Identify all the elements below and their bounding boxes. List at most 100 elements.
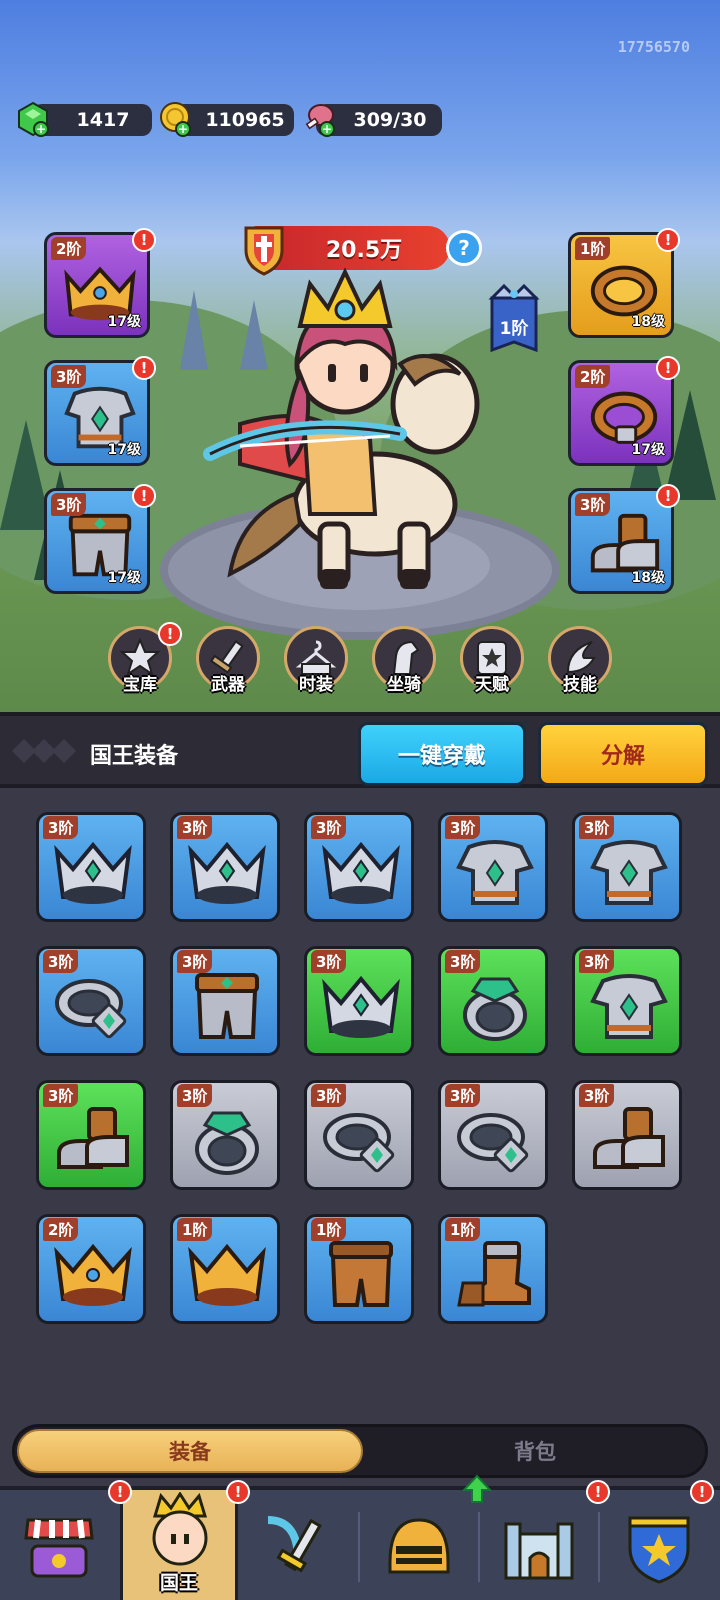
gold-crown-icon xyxy=(187,1239,267,1311)
shop-icon xyxy=(24,1518,94,1578)
slot-tier: 2阶 xyxy=(51,237,87,260)
shield-icon xyxy=(628,1516,690,1584)
item-tier: 1阶 xyxy=(177,1218,213,1241)
item-tier: 3阶 xyxy=(579,816,615,839)
king-icon xyxy=(152,1492,208,1566)
nav-king[interactable]: 国王 xyxy=(120,1490,238,1600)
inventory-item[interactable]: 3阶 xyxy=(438,1080,548,1190)
menu-talent-label: 天赋 xyxy=(475,675,509,695)
slot-tier: 3阶 xyxy=(575,493,611,516)
slot-tier: 1阶 xyxy=(575,237,611,260)
inventory-grid: 3阶 3阶 3阶 3阶 3阶 3阶 3阶 3阶 3阶 3阶 3阶 3阶 3阶 3阶 3阶 2阶 1阶 1阶 1阶 xyxy=(36,812,686,1324)
hero-character[interactable] xyxy=(200,264,500,604)
nav-king-label: 国王 xyxy=(159,1572,198,1594)
decompose-button[interactable]: 分解 xyxy=(538,722,708,786)
equipment-header: 国王装备 一键穿戴 分解 xyxy=(0,712,720,788)
castle-icon xyxy=(504,1522,574,1580)
menu-mount-label: 坐骑 xyxy=(387,675,421,695)
alert-badge-icon: ! xyxy=(132,484,156,508)
alert-badge-icon: ! xyxy=(656,228,680,252)
item-tier: 3阶 xyxy=(311,816,347,839)
crown-icon xyxy=(53,837,133,909)
nav-shield[interactable] xyxy=(600,1490,718,1600)
inventory-item[interactable]: 3阶 xyxy=(438,812,548,922)
slot-level: 17级 xyxy=(107,442,141,458)
user-id: 17756570 xyxy=(617,38,690,56)
tab-backpack[interactable]: 背包 xyxy=(365,1429,705,1473)
section-title: 国王装备 xyxy=(90,744,179,769)
inventory-item[interactable]: 1阶 xyxy=(438,1214,548,1324)
item-tier: 3阶 xyxy=(177,950,213,973)
inventory-item[interactable]: 3阶 xyxy=(572,812,682,922)
svg-text:+: + xyxy=(178,122,188,136)
leather-boots-icon xyxy=(455,1239,535,1311)
wear-all-button[interactable]: 一键穿戴 xyxy=(358,722,526,786)
inventory-item[interactable]: 3阶 xyxy=(438,946,548,1056)
ring-icon xyxy=(321,1105,401,1177)
alert-badge-icon: ! xyxy=(690,1480,714,1504)
slot-level: 17级 xyxy=(107,570,141,586)
nav-weapons[interactable] xyxy=(240,1490,358,1600)
meat-icon[interactable]: + xyxy=(300,100,338,138)
armor-icon xyxy=(589,837,669,909)
menu-skill-label: 技能 xyxy=(563,675,597,695)
gold-crown-gem-icon xyxy=(53,1239,133,1311)
inventory-item[interactable]: 3阶 xyxy=(170,812,280,922)
nav-castle[interactable] xyxy=(480,1490,598,1600)
item-tier: 3阶 xyxy=(43,1084,79,1107)
slot-level: 18级 xyxy=(631,570,665,586)
gold-coin-icon[interactable]: + xyxy=(156,100,194,138)
item-tier: 3阶 xyxy=(579,1084,615,1107)
slot-tier: 3阶 xyxy=(51,365,87,388)
inventory-item[interactable]: 3阶 xyxy=(572,1080,682,1190)
slot-level: 17级 xyxy=(631,442,665,458)
stamina-value: 309/30 xyxy=(353,109,427,131)
bottom-nav: 国王 ! ! ! ! xyxy=(0,1474,720,1600)
crown-icon xyxy=(321,837,401,909)
inventory-item[interactable]: 1阶 xyxy=(304,1214,414,1324)
ring-icon xyxy=(455,1105,535,1177)
inventory-item[interactable]: 3阶 xyxy=(36,812,146,922)
alert-badge-icon: ! xyxy=(132,228,156,252)
item-tier: 3阶 xyxy=(311,1084,347,1107)
alert-badge-icon: ! xyxy=(158,622,182,646)
inventory-item[interactable]: 1阶 xyxy=(170,1214,280,1324)
nav-shop[interactable] xyxy=(0,1490,118,1600)
menu-treasury-label: 宝库 xyxy=(123,675,157,695)
inventory-item[interactable]: 3阶 xyxy=(304,812,414,922)
inventory-item[interactable]: 2阶 xyxy=(36,1214,146,1324)
slot-level: 18级 xyxy=(631,314,665,330)
item-tier: 3阶 xyxy=(177,1084,213,1107)
green-gem-icon[interactable]: + xyxy=(14,100,52,138)
item-tier: 3阶 xyxy=(579,950,615,973)
ring-gem-icon xyxy=(187,1105,267,1177)
alert-badge-icon: ! xyxy=(108,1480,132,1504)
help-button[interactable]: ? xyxy=(446,230,482,266)
svg-text:+: + xyxy=(322,122,332,136)
pants-icon xyxy=(187,971,267,1043)
gem-value: 1417 xyxy=(76,109,130,131)
menu-weapon-label: 武器 xyxy=(211,675,245,695)
inventory-item[interactable]: 3阶 xyxy=(304,1080,414,1190)
slot-tier: 2阶 xyxy=(575,365,611,388)
sword-bow-icon xyxy=(267,1516,322,1573)
inventory-item[interactable]: 3阶 xyxy=(36,1080,146,1190)
inventory-item[interactable]: 3阶 xyxy=(170,1080,280,1190)
inventory-item[interactable]: 3阶 xyxy=(572,946,682,1056)
crown-icon xyxy=(187,837,267,909)
slot-level: 17级 xyxy=(107,314,141,330)
item-tier: 3阶 xyxy=(445,950,481,973)
combat-power-value: 20.5万 xyxy=(325,238,403,263)
gold-value: 110965 xyxy=(205,109,285,131)
inventory-item[interactable]: 3阶 xyxy=(36,946,146,1056)
ring-icon xyxy=(53,971,133,1043)
item-tier: 3阶 xyxy=(445,1084,481,1107)
nav-helmet[interactable] xyxy=(360,1490,478,1600)
inventory-item[interactable]: 3阶 xyxy=(170,946,280,1056)
item-tier: 2阶 xyxy=(43,1218,79,1241)
item-tier: 3阶 xyxy=(43,816,79,839)
tab-equipment[interactable]: 装备 xyxy=(17,1429,363,1473)
inventory-item[interactable]: 3阶 xyxy=(304,946,414,1056)
slot-tier: 3阶 xyxy=(51,493,87,516)
alert-badge-icon: ! xyxy=(656,356,680,380)
